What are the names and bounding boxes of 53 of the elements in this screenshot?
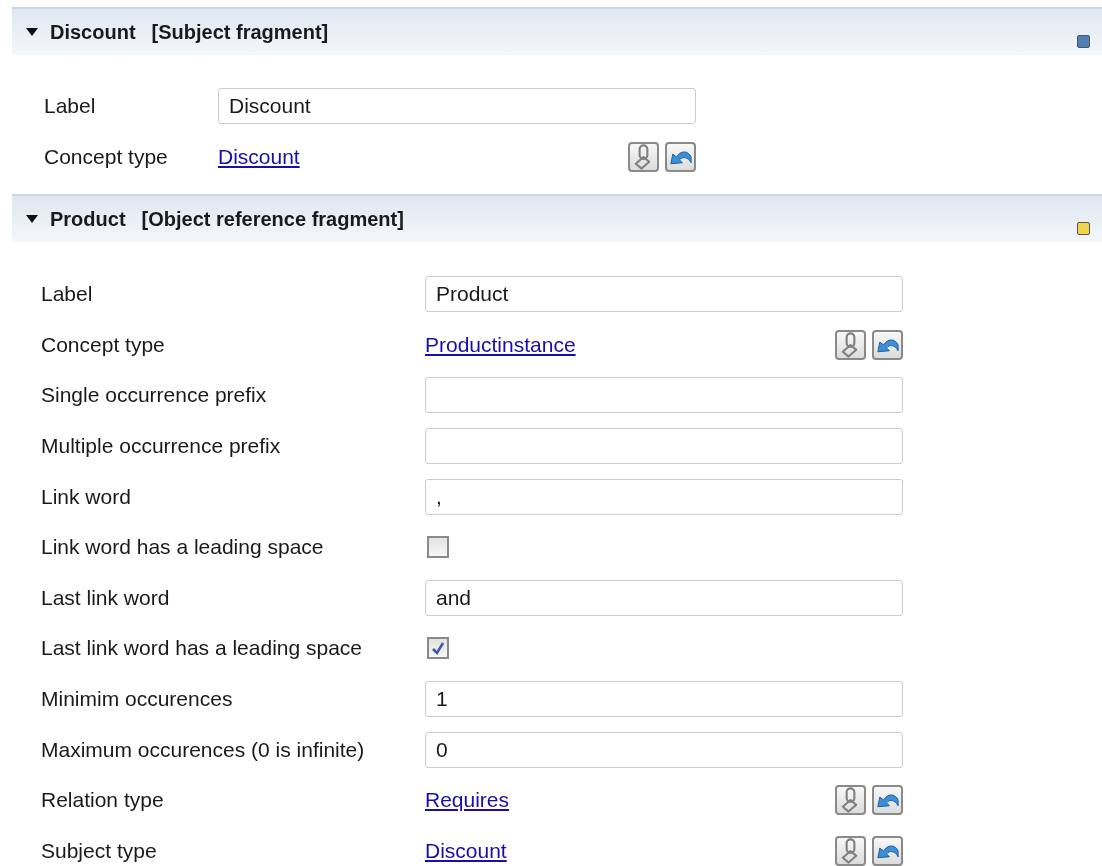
input-field[interactable]: and [425, 579, 903, 616]
link-button[interactable] [835, 835, 866, 866]
section-subtitle: [Subject fragment] [151, 20, 330, 44]
field-label: Label [41, 282, 94, 307]
field-label: Subject type [41, 838, 158, 863]
field-label: Last link word [41, 585, 171, 610]
input-field[interactable] [425, 428, 903, 465]
field-label: Label [44, 93, 97, 118]
field-label: Concept type [41, 332, 166, 357]
field-label: Link word [41, 484, 132, 509]
link-button[interactable] [835, 785, 866, 816]
field-label: Relation type [41, 788, 165, 813]
curved-arrow-icon [877, 339, 899, 353]
curved-arrow-icon [877, 794, 899, 808]
chain-link-icon [634, 143, 651, 170]
section-header[interactable]: Product [Object reference fragment] [12, 194, 1102, 242]
navigate-button[interactable] [872, 835, 903, 866]
section-title: Product [50, 207, 126, 231]
link[interactable]: Requires [425, 788, 510, 813]
input-field[interactable]: 1 [425, 681, 903, 718]
field-label: Minimim occurences [41, 687, 234, 712]
chain-link-icon [841, 332, 858, 358]
chain-link-icon [841, 787, 858, 813]
link[interactable]: Productinstance [425, 332, 576, 357]
expand-arrow-icon[interactable] [26, 215, 38, 223]
checkmark-icon [432, 642, 445, 656]
link[interactable]: Discount [218, 144, 300, 169]
link[interactable]: Discount [425, 838, 507, 863]
link-button[interactable] [628, 141, 659, 172]
section-header[interactable]: Discount [Subject fragment] [12, 7, 1102, 55]
input-field[interactable]: 0 [425, 731, 903, 768]
navigate-button[interactable] [872, 329, 903, 360]
checkbox[interactable] [427, 637, 449, 660]
chain-link-icon [841, 838, 858, 864]
expand-arrow-icon[interactable] [26, 28, 38, 36]
navigate-button[interactable] [872, 785, 903, 816]
field-label: Single occurrence prefix [41, 383, 268, 408]
field-label: Concept type [44, 144, 169, 169]
field-label: Link word has a leading space [41, 535, 325, 560]
section-subtitle: [Object reference fragment] [141, 207, 405, 231]
link-button[interactable] [835, 329, 866, 360]
section-title: Discount [50, 20, 136, 44]
checkbox[interactable] [427, 536, 449, 559]
input-field[interactable] [425, 377, 903, 414]
field-label: Maximum occurences (0 is infinite) [41, 737, 366, 762]
curved-arrow-icon [670, 150, 692, 164]
input-field[interactable]: Discount [218, 87, 696, 124]
navigate-button[interactable] [665, 141, 696, 172]
field-label: Last link word has a leading space [41, 636, 364, 661]
input-field[interactable]: Product [425, 276, 903, 313]
curved-arrow-icon [877, 845, 899, 859]
field-label: Multiple occurrence prefix [41, 434, 282, 459]
input-field[interactable]: , [425, 478, 903, 515]
